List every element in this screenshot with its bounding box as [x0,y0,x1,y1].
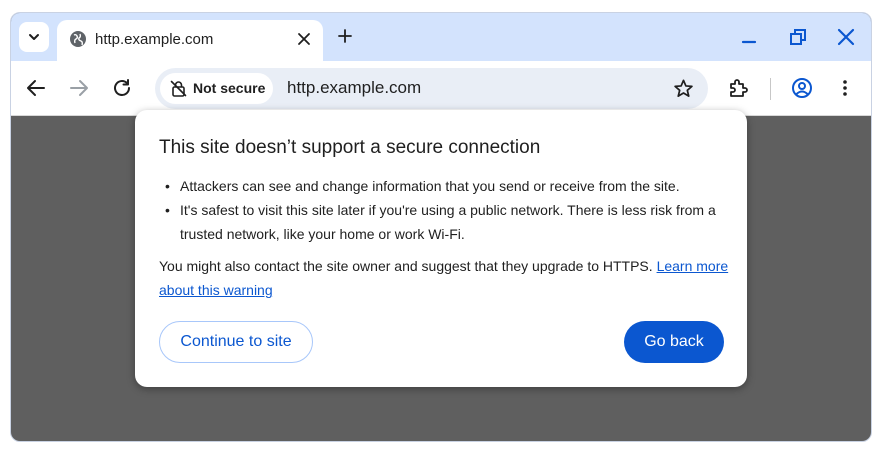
tab-search-button[interactable] [19,22,49,52]
forward-arrow-icon[interactable] [68,77,90,99]
url-text[interactable]: http.example.com [287,78,421,98]
not-secure-icon [170,80,187,97]
security-chip-label: Not secure [193,80,266,96]
chevron-down-icon [29,34,39,40]
profile-icon[interactable] [791,77,813,99]
more-menu-icon[interactable] [834,77,856,99]
address-bar[interactable]: Not secure http.example.com [155,68,708,109]
back-arrow-icon[interactable] [25,77,47,99]
dialog-title: This site doesn’t support a secure conne… [159,137,541,158]
toolbar-divider [770,78,771,100]
tab-strip: http.example.com [11,13,871,61]
security-chip[interactable]: Not secure [160,73,273,104]
minimize-icon[interactable] [739,27,759,47]
close-icon[interactable] [295,30,313,48]
tab-active[interactable]: http.example.com [57,20,323,61]
tab-title: http.example.com [95,31,214,48]
warning-list: Attackers can see and change information… [165,174,725,246]
toolbar: Not secure http.example.com [11,61,871,116]
warning-bullet: It's safest to visit this site later if … [165,198,725,246]
star-icon[interactable] [673,78,694,99]
warning-bullet: Attackers can see and change information… [165,174,725,198]
restore-icon[interactable] [788,27,808,47]
reload-icon[interactable] [111,77,133,99]
dialog-paragraph: You might also contact the site owner an… [159,254,729,302]
dialog-paragraph-text: You might also contact the site owner an… [159,258,653,274]
plus-icon[interactable] [337,28,353,44]
extensions-icon[interactable] [727,77,749,99]
continue-to-site-button[interactable]: Continue to site [159,321,313,363]
close-window-icon[interactable] [836,27,856,47]
globe-icon [70,31,86,47]
security-warning-dialog: This site doesn’t support a secure conne… [135,110,747,387]
go-back-button[interactable]: Go back [624,321,724,363]
